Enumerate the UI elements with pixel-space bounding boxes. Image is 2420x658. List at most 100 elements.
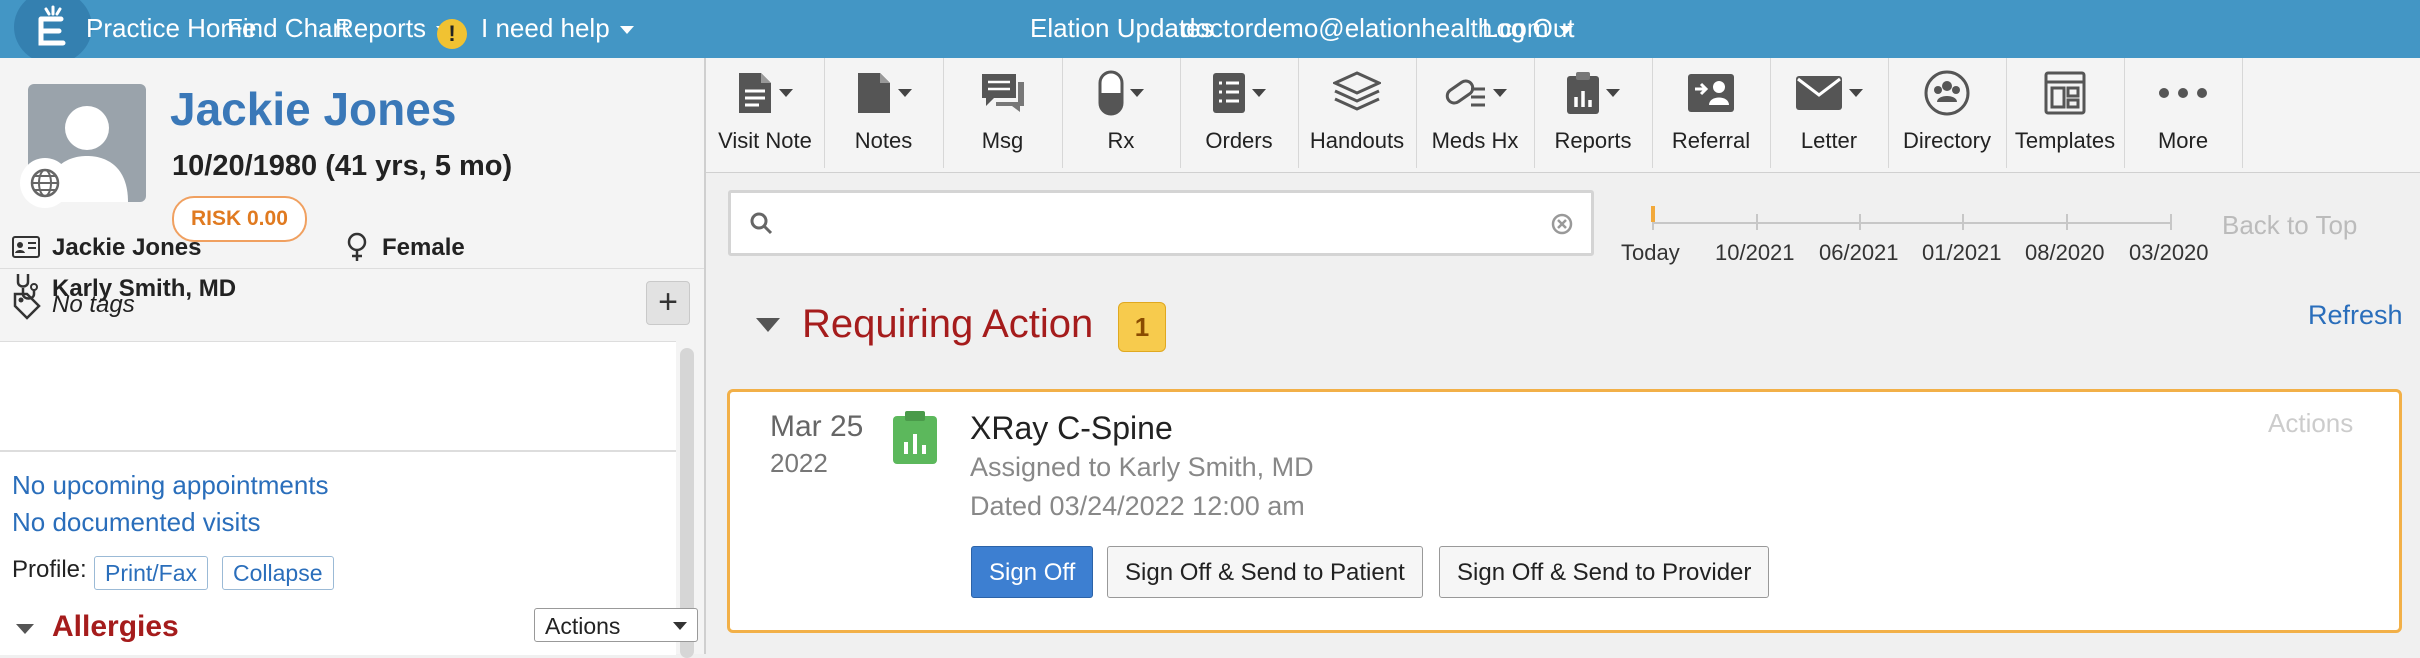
back-to-top-link[interactable]: Back to Top xyxy=(2222,210,2357,241)
tool-letter[interactable]: Letter xyxy=(1770,58,1889,168)
nav-reports-label: Reports xyxy=(335,13,427,43)
templates-icon xyxy=(2006,68,2124,118)
nav-find-chart[interactable]: Find Chart xyxy=(227,13,348,44)
clear-search-icon[interactable] xyxy=(1551,213,1573,240)
top-nav: Practice Home Find Chart Reports ! I need… xyxy=(0,0,2420,64)
tool-orders[interactable]: Orders xyxy=(1180,58,1299,168)
referral-icon xyxy=(1652,68,1770,118)
allergies-heading: Allergies xyxy=(52,610,179,643)
refresh-link[interactable]: Refresh xyxy=(2308,300,2403,331)
tool-label: Orders xyxy=(1205,128,1273,153)
tool-directory[interactable]: Directory xyxy=(1888,58,2007,168)
tool-label: Letter xyxy=(1800,128,1858,153)
nav-help-label: I need help xyxy=(481,13,610,43)
timeline-label[interactable]: 08/2020 xyxy=(2025,240,2105,266)
timeline-tick xyxy=(2066,214,2068,230)
profile-label: Profile: xyxy=(12,556,87,583)
tool-label: Referral xyxy=(1671,128,1751,153)
info-divider xyxy=(0,450,676,452)
tool-label: Notes xyxy=(854,128,913,153)
timeline-label[interactable]: 06/2021 xyxy=(1819,240,1899,266)
stethoscope-icon xyxy=(14,272,40,307)
item-dated: Dated 03/24/2022 12:00 am xyxy=(970,491,1305,521)
nav-help[interactable]: ! I need help xyxy=(437,13,634,49)
tool-label: Msg xyxy=(981,128,1024,153)
patient-dob: 10/20/1980 (41 yrs, 5 mo) xyxy=(172,150,513,182)
nav-log-out[interactable]: Log Out xyxy=(1482,13,1575,44)
id-card-icon xyxy=(12,236,40,263)
timeline-label[interactable]: 10/2021 xyxy=(1715,240,1795,266)
female-icon xyxy=(346,232,368,267)
requiring-action-item: Mar 25 2022 XRay C-Spine Assigned to Kar… xyxy=(727,389,2402,633)
primary-provider: Karly Smith, MD xyxy=(52,275,237,302)
chevron-down-icon xyxy=(673,622,687,630)
search-icon xyxy=(749,211,773,240)
timeline-tick xyxy=(2170,214,2172,230)
upcoming-appointments-link[interactable]: No upcoming appointments xyxy=(12,470,329,501)
tool-referral[interactable]: Referral xyxy=(1652,58,1771,168)
item-date: Mar 25 xyxy=(770,410,864,443)
tool-more[interactable]: More xyxy=(2124,58,2243,168)
item-assigned: Assigned to Karly Smith, MD xyxy=(970,452,1314,482)
requiring-action-count: 1 xyxy=(1118,302,1166,352)
timeline-tick xyxy=(1756,214,1758,230)
tool-templates[interactable]: Templates xyxy=(2006,58,2125,168)
sign-off-button[interactable]: Sign Off xyxy=(971,546,1094,598)
handouts-icon xyxy=(1298,68,1416,118)
tool-visit-note[interactable]: Visit Note xyxy=(706,58,825,168)
patient-name: Jackie Jones xyxy=(170,83,457,135)
tool-label: Templates xyxy=(2014,128,2116,153)
elation-logo-icon[interactable] xyxy=(14,0,92,64)
tool-label: Rx xyxy=(1107,128,1135,153)
chart-toolbar: Visit Note Notes Msg Rx Orders Handouts xyxy=(706,58,2420,173)
timeline-label[interactable]: 03/2020 xyxy=(2129,240,2209,266)
tool-label: Visit Note xyxy=(718,128,812,153)
print-fax-button[interactable]: Print/Fax xyxy=(94,556,209,590)
timeline-label[interactable]: 01/2021 xyxy=(1922,240,2002,266)
item-actions-link[interactable]: Actions xyxy=(2268,408,2353,439)
patient-sidebar: Jackie Jones 10/20/1980 (41 yrs, 5 mo) R… xyxy=(0,58,706,658)
tool-rx[interactable]: Rx xyxy=(1062,58,1181,168)
tool-notes[interactable]: Notes xyxy=(824,58,944,168)
item-title[interactable]: XRay C-Spine xyxy=(970,410,1173,447)
timeline-current-marker[interactable] xyxy=(1651,206,1655,222)
tool-msg[interactable]: Msg xyxy=(943,58,1063,168)
tool-label: Meds Hx xyxy=(1431,128,1519,153)
more-icon xyxy=(2124,68,2242,118)
chevron-down-icon[interactable] xyxy=(16,624,34,634)
timeline-tick xyxy=(1962,214,1964,230)
message-icon xyxy=(943,68,1062,118)
reports-icon xyxy=(1534,68,1652,118)
sign-off-send-patient-button[interactable]: Sign Off & Send to Patient xyxy=(1107,546,1423,598)
allergies-actions-dropdown[interactable]: Actions xyxy=(534,608,698,642)
chart-search-input[interactable] xyxy=(728,190,1594,256)
report-clipboard-icon xyxy=(892,410,938,471)
directory-icon xyxy=(1888,68,2006,118)
actions-dropdown-label: Actions xyxy=(545,613,621,639)
tool-label: More xyxy=(2157,128,2209,153)
sign-off-send-provider-button[interactable]: Sign Off & Send to Provider xyxy=(1439,546,1770,598)
warning-icon: ! xyxy=(437,19,467,49)
orders-icon xyxy=(1180,68,1298,118)
nav-reports[interactable]: Reports xyxy=(335,13,451,44)
timeline-tick xyxy=(1859,214,1861,230)
visit-note-icon xyxy=(706,68,824,118)
chevron-down-icon[interactable] xyxy=(756,318,780,332)
collapse-button[interactable]: Collapse xyxy=(222,556,334,590)
notes-icon xyxy=(824,68,943,118)
patient-sex: Female xyxy=(382,234,465,261)
item-year: 2022 xyxy=(770,448,828,478)
add-tag-button[interactable]: + xyxy=(646,281,690,325)
tool-handouts[interactable]: Handouts xyxy=(1298,58,1417,168)
timeline-track[interactable] xyxy=(1652,222,2172,224)
globe-icon[interactable] xyxy=(20,158,70,208)
requiring-action-heading: Requiring Action xyxy=(802,302,1094,346)
tool-label: Reports xyxy=(1554,128,1632,153)
rx-icon xyxy=(1062,68,1180,118)
documented-visits-link[interactable]: No documented visits xyxy=(12,507,261,538)
tool-reports[interactable]: Reports xyxy=(1534,58,1653,168)
tool-meds-hx[interactable]: Meds Hx xyxy=(1416,58,1535,168)
timeline-label[interactable]: Today xyxy=(1621,240,1680,266)
chevron-down-icon xyxy=(619,26,634,35)
tool-label: Directory xyxy=(1902,128,1991,153)
